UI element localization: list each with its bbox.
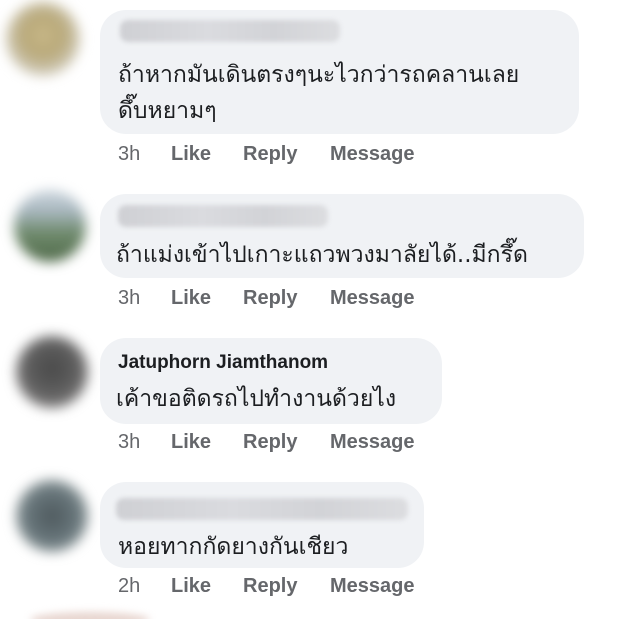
message-button[interactable]: Message [330,140,415,168]
comment-text-line-1: หอยทากกัดยางกันเชียว [118,534,349,560]
author-name-blurred[interactable] [120,20,340,42]
comment-bubble: หอยทากกัดยางกันเชียว [100,482,424,568]
message-button[interactable]: Message [330,284,415,312]
avatar[interactable] [16,480,88,552]
comment-bubble: ถ้าแม่งเข้าไปเกาะแถวพวงมาลัยได้..มีกรึ๊ด [100,194,584,278]
author-name[interactable]: Jatuphorn Jiamthanom [118,352,328,374]
avatar[interactable] [14,190,86,262]
comment-text-line-1: ถ้าหากมันเดินตรงๆนะไวกว่ารถคลานเลย [118,62,520,88]
reply-button[interactable]: Reply [243,284,297,312]
like-button[interactable]: Like [171,140,211,168]
comment-actions: 3h Like Reply Message [118,284,448,312]
avatar[interactable] [6,2,80,76]
author-name-blurred[interactable] [116,498,408,520]
reply-button[interactable]: Reply [243,572,297,600]
comment-thread: ถ้าหากมันเดินตรงๆนะไวกว่ารถคลานเลย ดึ๊บห… [0,0,628,619]
like-button[interactable]: Like [171,572,211,600]
comment-text-line-1: ถ้าแม่งเข้าไปเกาะแถวพวงมาลัยได้..มีกรึ๊ด [116,242,528,268]
timestamp[interactable]: 3h [118,140,140,168]
comment-text-line-1: เค้าขอติดรถไปทำงานด้วยไง [116,386,397,412]
reply-button[interactable]: Reply [243,140,297,168]
timestamp[interactable]: 3h [118,284,140,312]
timestamp[interactable]: 2h [118,572,140,600]
like-button[interactable]: Like [171,428,211,456]
reply-button[interactable]: Reply [243,428,297,456]
comment-text-line-2: ดึ๊บหยามๆ [118,98,217,124]
like-button[interactable]: Like [171,284,211,312]
next-avatar-partial [30,612,150,619]
message-button[interactable]: Message [330,428,415,456]
avatar[interactable] [16,336,88,408]
timestamp[interactable]: 3h [118,428,140,456]
comment-actions: 3h Like Reply Message [118,428,448,456]
message-button[interactable]: Message [330,572,415,600]
comment-bubble: Jatuphorn Jiamthanom เค้าขอติดรถไปทำงานด… [100,338,442,424]
comment-actions: 3h Like Reply Message [118,140,448,168]
comment-actions: 2h Like Reply Message [118,572,448,600]
author-name-blurred[interactable] [118,205,328,227]
comment-bubble: ถ้าหากมันเดินตรงๆนะไวกว่ารถคลานเลย ดึ๊บห… [100,10,579,134]
